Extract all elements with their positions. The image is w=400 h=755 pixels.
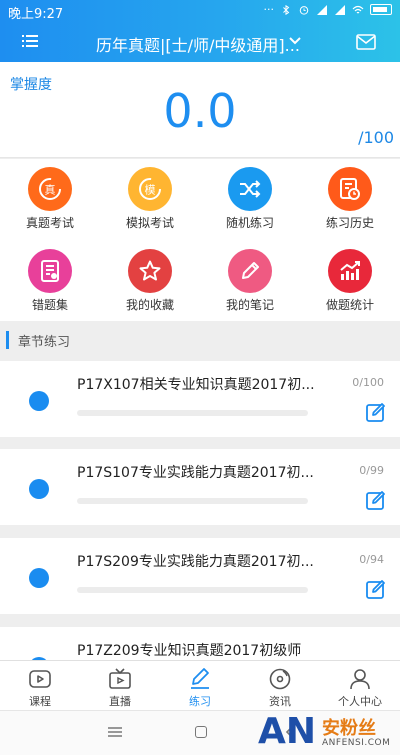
svg-text:模: 模 <box>145 184 156 197</box>
watermark-cn: 安粉丝 <box>322 718 376 739</box>
tab-news[interactable]: 资讯 <box>240 661 320 711</box>
chapter-progress <box>77 587 308 593</box>
grid-item-random[interactable]: 随机练习 <box>200 159 300 239</box>
signal-icon <box>317 4 327 15</box>
grid-item-label: 我的收藏 <box>125 298 174 312</box>
chapter-count: 0/100 <box>352 376 384 389</box>
home-icon[interactable] <box>195 726 207 738</box>
divider <box>0 157 400 158</box>
grid-item-label: 我的笔记 <box>225 298 274 312</box>
chapter-count: 0/94 <box>359 553 384 566</box>
grid-item-label: 练习历史 <box>325 216 374 230</box>
edit-icon[interactable] <box>365 578 387 600</box>
mastery-panel: 掌握度 0.0 /100 <box>0 62 400 158</box>
section-title: 章节练习 <box>18 335 71 350</box>
tab-live[interactable]: 直播 <box>80 661 160 711</box>
bottom-tab-bar: 课程 直播 练习 资讯 个人中心 <box>0 660 400 710</box>
mastery-total: /100 <box>358 128 394 147</box>
grid-item-stats[interactable]: 做题统计 <box>300 241 400 321</box>
grid-item-mock[interactable]: 模 模拟考试 <box>100 159 200 239</box>
chapter-name: P17X107相关专业知识真题2017初... <box>77 377 315 393</box>
zhen-icon: 真 <box>28 167 72 211</box>
shuffle-icon <box>228 167 272 211</box>
mo-icon: 模 <box>128 167 172 211</box>
signal-icon <box>335 4 345 15</box>
tab-label: 资讯 <box>269 695 291 708</box>
chapter-count: 0/99 <box>359 464 384 477</box>
wifi-icon <box>352 5 364 13</box>
chapter-dot <box>29 568 49 588</box>
svg-text:真: 真 <box>45 183 56 197</box>
status-time: 晚上9:27 <box>8 7 64 22</box>
bluetooth-icon <box>283 4 290 15</box>
chapter-name: P17Z209专业知识真题2017初级师 <box>77 643 302 659</box>
chapter-progress <box>77 498 308 504</box>
chapter-item[interactable]: P17S107专业实践能力真题2017初... 0/99 <box>0 449 400 525</box>
chapter-item[interactable]: P17Z209专业知识真题2017初级师 <box>0 627 400 660</box>
edit-icon[interactable] <box>365 401 387 423</box>
grid-item-label: 错题集 <box>31 298 68 312</box>
tv-icon <box>109 668 131 689</box>
status-indicators: ··· <box>263 3 392 16</box>
chapter-progress <box>77 410 308 416</box>
pen-icon <box>191 668 209 689</box>
chapter-item[interactable]: P17X107相关专业知识真题2017初... 0/100 <box>0 361 400 437</box>
grid-item-label: 真题考试 <box>25 216 74 230</box>
mastery-value: 0.0 <box>163 84 237 138</box>
watermark-logo: AN 安粉丝 ANFENSI.COM <box>250 712 398 752</box>
chevron-down-icon[interactable] <box>289 36 301 46</box>
grid-item-notes[interactable]: 我的笔记 <box>200 241 300 321</box>
grid-item-history[interactable]: 练习历史 <box>300 159 400 239</box>
notification-dots-icon: ··· <box>263 3 275 16</box>
news-icon <box>269 668 291 690</box>
tab-label: 个人中心 <box>338 695 382 708</box>
grid-item-label: 随机练习 <box>225 216 274 230</box>
grid-item-label: 模拟考试 <box>125 216 174 230</box>
grid-item-wrong-set[interactable]: 错题集 <box>0 241 100 321</box>
stats-icon <box>328 249 372 293</box>
tab-label: 练习 <box>189 695 211 708</box>
star-icon <box>128 249 172 293</box>
grid-item-favorites[interactable]: 我的收藏 <box>100 241 200 321</box>
nav-bar: 历年真题|[士/师/中级通用]... <box>0 22 400 62</box>
pencil-icon <box>228 249 272 293</box>
page-title[interactable]: 历年真题|[士/师/中级通用]... <box>96 32 300 56</box>
status-bar: 晚上9:27 ··· <box>0 0 400 22</box>
chapter-item[interactable]: P17S209专业实践能力真题2017初... 0/94 <box>0 538 400 614</box>
chapter-dot <box>29 479 49 499</box>
chapter-name: P17S107专业实践能力真题2017初... <box>77 465 314 481</box>
menu-icon[interactable] <box>22 33 38 49</box>
tab-course[interactable]: 课程 <box>0 661 80 711</box>
chapter-dot <box>29 391 49 411</box>
grid-item-label: 做题统计 <box>325 298 374 312</box>
section-header: 章节练习 <box>0 321 400 359</box>
tab-label: 直播 <box>109 695 131 708</box>
recents-icon[interactable] <box>108 727 122 737</box>
tab-label: 课程 <box>29 695 51 708</box>
alarm-icon <box>299 5 309 15</box>
course-icon <box>29 670 51 688</box>
chapter-name: P17S209专业实践能力真题2017初... <box>77 554 314 570</box>
watermark-mark: AN <box>258 711 316 752</box>
tab-practice[interactable]: 练习 <box>160 661 240 711</box>
wrong-set-icon <box>28 249 72 293</box>
mail-icon[interactable] <box>356 34 376 50</box>
watermark-en: ANFENSI.COM <box>322 738 391 748</box>
history-icon <box>328 167 372 211</box>
user-icon <box>350 669 370 690</box>
function-grid: 真 真题考试 模 模拟考试 随机练习 练习历史 错题集 我的收藏 我的笔记 做题… <box>0 159 400 321</box>
tab-profile[interactable]: 个人中心 <box>320 661 400 711</box>
edit-icon[interactable] <box>365 489 387 511</box>
battery-icon <box>370 4 392 15</box>
grid-item-exam[interactable]: 真 真题考试 <box>0 159 100 239</box>
section-accent <box>6 331 9 349</box>
